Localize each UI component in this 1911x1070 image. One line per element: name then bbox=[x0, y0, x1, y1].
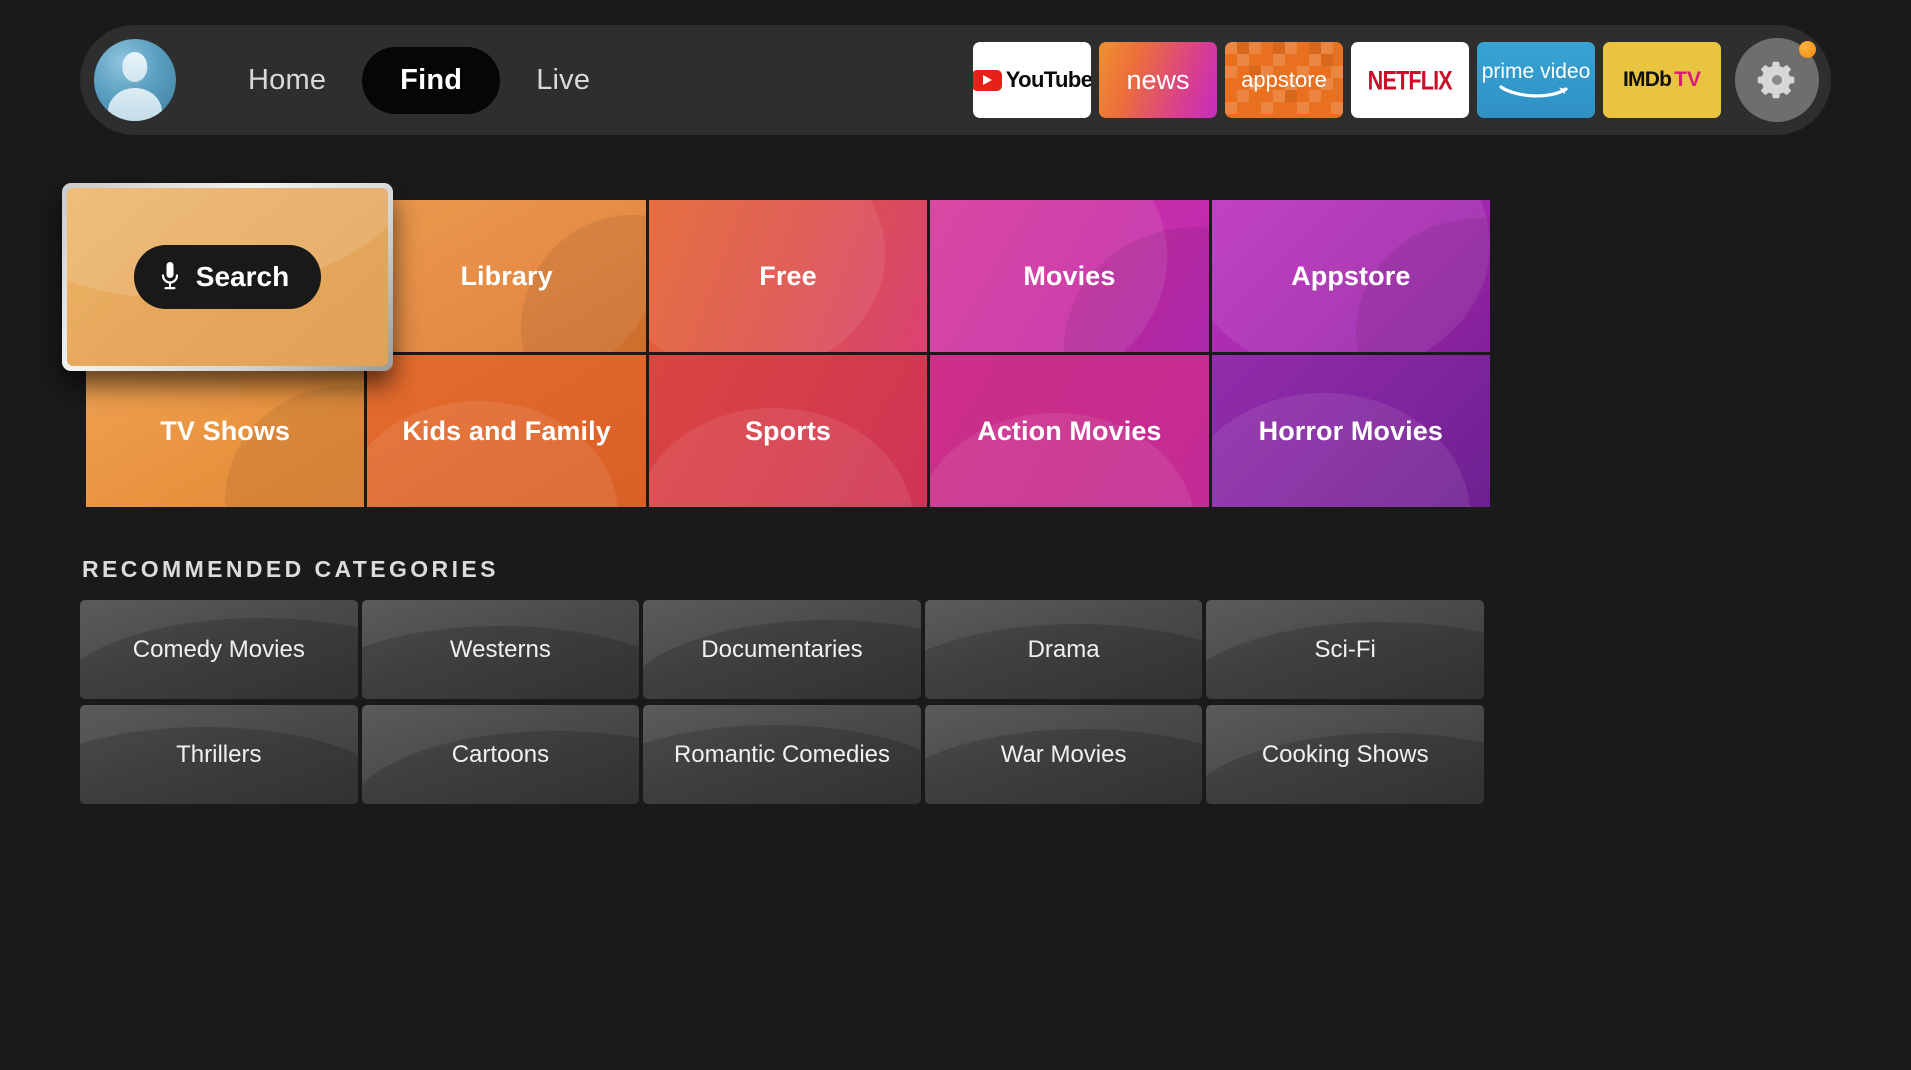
category-label: Thrillers bbox=[176, 740, 262, 768]
microphone-icon bbox=[160, 261, 180, 293]
tile-label-library: Library bbox=[460, 260, 553, 291]
tile-action-movies[interactable]: Action Movies bbox=[930, 355, 1209, 507]
app-shortcuts: YouTube news appstore NETFLIX prime vide… bbox=[973, 42, 1721, 118]
gear-icon bbox=[1757, 61, 1795, 99]
recommended-categories-grid: Comedy Movies Westerns Documentaries Dra… bbox=[80, 600, 1484, 804]
search-tile-surface: Search bbox=[67, 188, 388, 366]
nav-item-live[interactable]: Live bbox=[506, 47, 620, 114]
category-card-drama[interactable]: Drama bbox=[924, 600, 1203, 699]
app-label-imdb-tv-suffix: TV bbox=[1674, 68, 1701, 91]
app-tile-imdb-tv[interactable]: IMDb TV bbox=[1603, 42, 1721, 118]
tile-movies[interactable]: Movies bbox=[930, 200, 1209, 352]
category-card-sci-fi[interactable]: Sci-Fi bbox=[1206, 600, 1484, 699]
app-tile-netflix[interactable]: NETFLIX bbox=[1351, 42, 1469, 118]
category-label: War Movies bbox=[1000, 740, 1127, 768]
category-label: Romantic Comedies bbox=[673, 740, 891, 768]
category-card-war-movies[interactable]: War Movies bbox=[924, 705, 1203, 804]
tile-kids-and-family[interactable]: Kids and Family bbox=[367, 355, 646, 507]
tile-label-free: Free bbox=[759, 260, 817, 291]
tile-label-kids-and-family: Kids and Family bbox=[402, 415, 611, 446]
category-label: Documentaries bbox=[701, 635, 863, 663]
nav-item-find[interactable]: Find bbox=[362, 46, 501, 114]
search-button[interactable]: Search bbox=[133, 245, 322, 309]
tile-horror-movies[interactable]: Horror Movies bbox=[1211, 355, 1490, 507]
tile-label-tv-shows: TV Shows bbox=[160, 415, 291, 446]
search-tile-focused[interactable]: Search bbox=[62, 183, 393, 371]
avatar-head-shape bbox=[122, 52, 148, 82]
tile-label-sports: Sports bbox=[744, 415, 832, 446]
recommended-categories-heading: RECOMMENDED CATEGORIES bbox=[82, 556, 499, 582]
app-label-news: news bbox=[1126, 64, 1190, 95]
category-card-romantic-comedies[interactable]: Romantic Comedies bbox=[643, 705, 921, 804]
tile-appstore[interactable]: Appstore bbox=[1211, 200, 1490, 352]
tile-label-movies: Movies bbox=[1023, 260, 1116, 291]
category-card-comedy-movies[interactable]: Comedy Movies bbox=[80, 600, 358, 699]
nav-item-home[interactable]: Home bbox=[218, 47, 356, 114]
user-avatar[interactable] bbox=[94, 39, 176, 121]
app-tile-youtube[interactable]: YouTube bbox=[973, 42, 1091, 118]
category-label: Cooking Shows bbox=[1261, 740, 1429, 768]
amazon-smile-icon bbox=[1499, 84, 1568, 98]
category-label: Cartoons bbox=[451, 740, 550, 768]
app-label-appstore: appstore bbox=[1241, 67, 1327, 92]
tile-label-horror-movies: Horror Movies bbox=[1258, 415, 1443, 446]
category-card-westerns[interactable]: Westerns bbox=[361, 600, 640, 699]
category-card-cartoons[interactable]: Cartoons bbox=[361, 705, 640, 804]
settings-button[interactable] bbox=[1735, 38, 1819, 122]
category-label: Comedy Movies bbox=[132, 635, 305, 663]
app-tile-appstore[interactable]: appstore bbox=[1225, 42, 1343, 118]
category-label: Sci-Fi bbox=[1314, 635, 1376, 663]
tile-label-action-movies: Action Movies bbox=[977, 415, 1162, 446]
settings-notification-dot bbox=[1799, 41, 1816, 58]
app-label-netflix: NETFLIX bbox=[1367, 64, 1453, 95]
avatar-body-shape bbox=[107, 88, 163, 121]
app-label-prime-video: prime video bbox=[1481, 59, 1591, 83]
category-label: Westerns bbox=[449, 635, 551, 663]
tile-label-appstore: Appstore bbox=[1291, 260, 1411, 291]
nav-links: Home Find Live bbox=[218, 46, 620, 114]
category-card-documentaries[interactable]: Documentaries bbox=[643, 600, 921, 699]
youtube-play-icon bbox=[973, 69, 1002, 91]
app-tile-news[interactable]: news bbox=[1099, 42, 1217, 118]
tile-decor-blob bbox=[1211, 393, 1471, 507]
app-tile-prime-video[interactable]: prime video bbox=[1477, 42, 1595, 118]
category-label: Drama bbox=[1027, 635, 1100, 663]
category-card-cooking-shows[interactable]: Cooking Shows bbox=[1206, 705, 1484, 804]
tile-free[interactable]: Free bbox=[648, 200, 928, 352]
top-navigation-bar: Home Find Live YouTube news appstore NET… bbox=[80, 25, 1831, 135]
app-label-youtube: YouTube bbox=[1005, 67, 1091, 92]
category-card-thrillers[interactable]: Thrillers bbox=[80, 705, 358, 804]
app-label-imdb: IMDb bbox=[1623, 68, 1672, 91]
tile-tv-shows[interactable]: TV Shows bbox=[86, 355, 365, 507]
tile-sports[interactable]: Sports bbox=[648, 355, 928, 507]
search-button-label: Search bbox=[195, 261, 290, 292]
tile-library[interactable]: Library bbox=[367, 200, 646, 352]
